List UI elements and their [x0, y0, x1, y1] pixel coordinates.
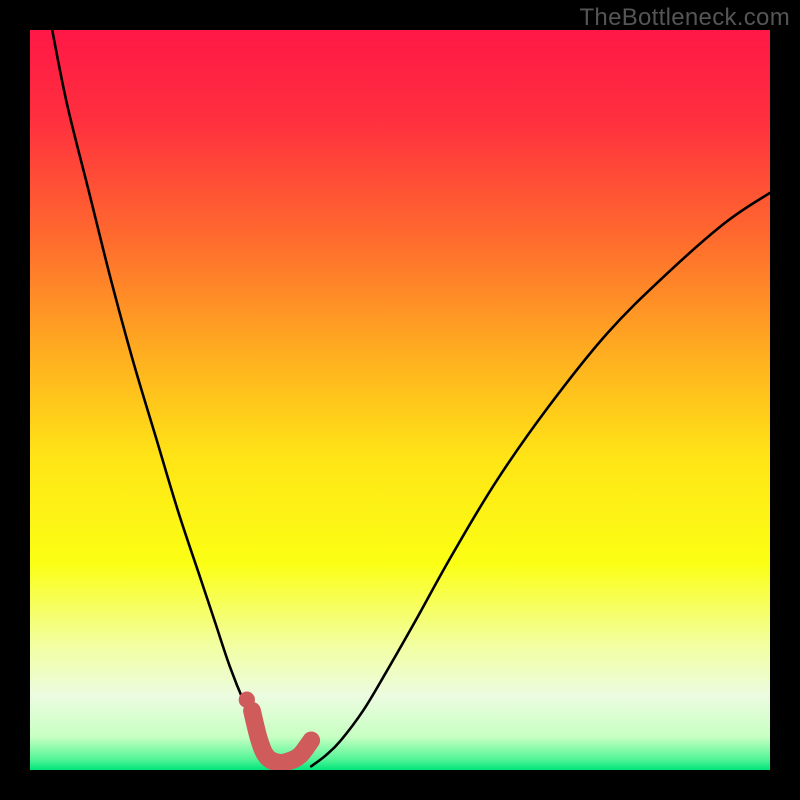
chart-background [30, 30, 770, 770]
chart-frame: TheBottleneck.com [0, 0, 800, 800]
watermark-text: TheBottleneck.com [579, 4, 790, 32]
bottleneck-chart [30, 30, 770, 770]
highlight-dot [239, 692, 255, 708]
